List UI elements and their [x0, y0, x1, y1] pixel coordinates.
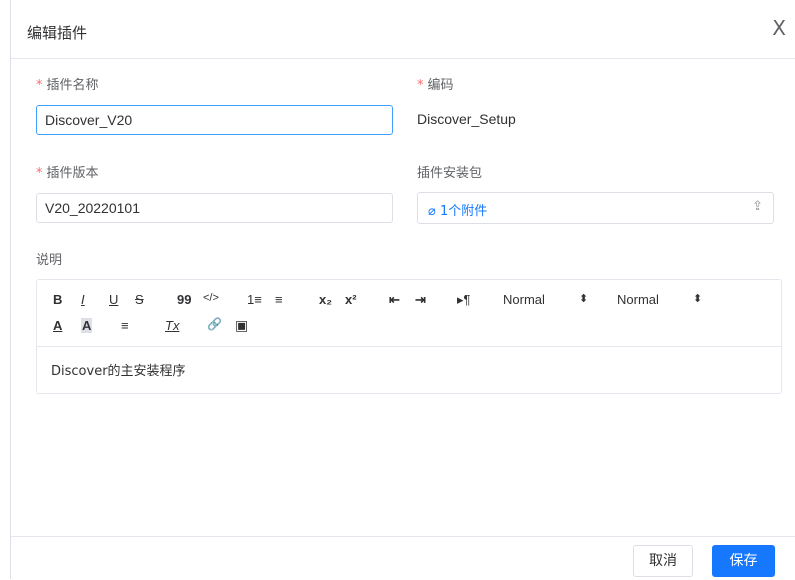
package-label: 插件安装包 — [417, 166, 483, 181]
select-arrows-icon: ⬍ — [693, 293, 703, 305]
strike-button[interactable]: S — [135, 292, 144, 307]
indent-button[interactable]: ⇥ — [415, 292, 426, 308]
align-button[interactable]: ≡ — [121, 318, 129, 333]
dialog-title: 编辑插件 — [27, 24, 88, 42]
code-value: Discover_Setup — [417, 111, 516, 127]
plugin-name-label: * 插件名称 — [36, 78, 99, 93]
header-select-1[interactable]: Normal ⬍ — [503, 292, 588, 307]
required-mark: * — [417, 78, 424, 93]
editor-toolbar: B I U S 99 </> 1≡ ≡ x₂ x² ⇤ ⇥ ▸¶ Normal ⬍… — [37, 280, 781, 347]
outdent-button[interactable]: ⇤ — [389, 292, 400, 308]
italic-button[interactable]: I — [81, 292, 85, 307]
link-icon[interactable]: 🔗 — [207, 317, 222, 331]
attachment-link[interactable]: ⌀ 1个附件 — [428, 200, 487, 219]
description-label: 说明 — [36, 253, 63, 268]
clear-format-button[interactable]: Tx — [165, 318, 179, 333]
rich-text-editor: B I U S 99 </> 1≡ ≡ x₂ x² ⇤ ⇥ ▸¶ Normal ⬍… — [36, 279, 782, 394]
edit-plugin-dialog: 编辑插件 X * 插件名称 * 编码 Discover_V20 Discover_S… — [10, 0, 795, 579]
superscript-button[interactable]: x² — [345, 292, 357, 307]
blockquote-button[interactable]: 99 — [177, 292, 191, 307]
dialog-footer: 取消 保存 — [11, 536, 795, 580]
upload-icon[interactable]: ⇪ — [752, 199, 763, 214]
rtl-button[interactable]: ▸¶ — [457, 292, 471, 308]
ordered-list-button[interactable]: 1≡ — [247, 292, 262, 307]
code-block-button[interactable]: </> — [203, 292, 219, 304]
required-mark: * — [36, 78, 43, 93]
image-icon[interactable]: ▣ — [235, 317, 248, 334]
header-select-2[interactable]: Normal ⬍ — [617, 292, 702, 307]
cancel-button[interactable]: 取消 — [633, 545, 693, 577]
plugin-version-input[interactable]: V20_20220101 — [36, 193, 393, 223]
plugin-name-input[interactable]: Discover_V20 — [36, 105, 393, 135]
close-icon[interactable]: X — [772, 16, 786, 40]
bullet-list-button[interactable]: ≡ — [275, 292, 283, 307]
dialog-header: 编辑插件 X — [11, 0, 795, 59]
paperclip-icon: ⌀ — [428, 204, 440, 219]
subscript-button[interactable]: x₂ — [319, 292, 332, 307]
font-color-button[interactable]: A — [53, 318, 62, 333]
background-color-button[interactable]: A — [81, 318, 93, 333]
required-mark: * — [36, 166, 43, 181]
code-label: * 编码 — [417, 78, 454, 93]
editor-content[interactable]: Discover的主安装程序 — [51, 360, 186, 379]
package-upload[interactable]: ⌀ 1个附件 ⇪ — [417, 192, 774, 224]
bold-button[interactable]: B — [53, 292, 62, 307]
select-arrows-icon: ⬍ — [579, 293, 589, 305]
plugin-version-label: * 插件版本 — [36, 166, 99, 181]
underline-button[interactable]: U — [109, 292, 118, 307]
save-button[interactable]: 保存 — [712, 545, 775, 577]
